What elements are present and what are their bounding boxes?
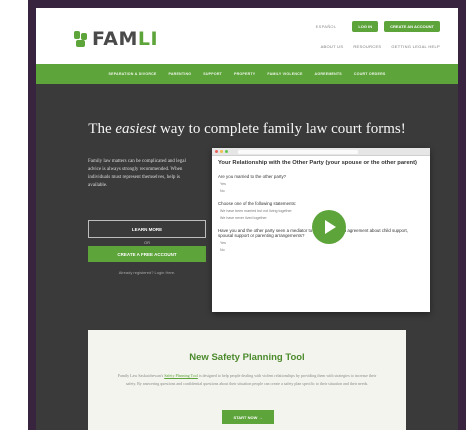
nav-item-property[interactable]: PROPERTY (234, 72, 255, 76)
start-now-button[interactable]: START NOW → (222, 410, 274, 424)
header-actions: ESPAÑOL LOG IN CREATE AN ACCOUNT (316, 21, 440, 32)
nav-item-support[interactable]: SUPPORT (203, 72, 222, 76)
close-dot-icon (215, 150, 218, 153)
login-here-link[interactable]: Already registered? Login Here. (88, 270, 206, 275)
legal-help-link[interactable]: GETTING LEGAL HELP (391, 44, 440, 49)
create-account-button[interactable]: CREATE AN ACCOUNT (384, 21, 440, 32)
header-links: ABOUT US RESOURCES GETTING LEGAL HELP (321, 44, 440, 49)
form-preview-window: Your Relationship with the Other Party (… (212, 148, 430, 312)
logo-icon (74, 31, 88, 47)
preview-question-2: Choose one of the following statements: (218, 201, 297, 206)
nav-item-parenting[interactable]: PARENTING (169, 72, 192, 76)
minimize-dot-icon (220, 150, 223, 153)
preview-content: Your Relationship with the Other Party (… (212, 156, 430, 312)
address-bar (238, 149, 358, 154)
nav-item-agreements[interactable]: AGREEMENTS (315, 72, 342, 76)
nav-item-court-orders[interactable]: COURT ORDERS (354, 72, 386, 76)
screenshot-frame: FAMLI ESPAÑOL LOG IN CREATE AN ACCOUNT A… (28, 0, 466, 430)
safety-description: Family Law Saskatchewan's Safety Plannin… (117, 373, 377, 386)
safety-planning-section: New Safety Planning Tool Family Law Sask… (88, 330, 406, 430)
site-logo[interactable]: FAMLI (74, 28, 158, 50)
login-button[interactable]: LOG IN (352, 21, 379, 32)
web-page: FAMLI ESPAÑOL LOG IN CREATE AN ACCOUNT A… (36, 8, 458, 430)
resources-link[interactable]: RESOURCES (353, 44, 381, 49)
nav-item-family-violence[interactable]: FAMILY VIOLENCE (267, 72, 302, 76)
preview-option: No (220, 248, 225, 252)
safety-title: New Safety Planning Tool (189, 352, 305, 363)
nav-item-separation[interactable]: SEPARATION & DIVORCE (109, 72, 157, 76)
maximize-dot-icon (225, 150, 228, 153)
preview-option: No (220, 189, 225, 193)
create-free-account-button[interactable]: CREATE A FREE ACCOUNT (88, 246, 206, 262)
hero-title: The easiest way to complete family law c… (88, 121, 406, 137)
main-nav: SEPARATION & DIVORCE PARENTING SUPPORT P… (36, 64, 458, 84)
site-header: FAMLI ESPAÑOL LOG IN CREATE AN ACCOUNT A… (36, 8, 458, 64)
logo-wordmark: FAMLI (92, 28, 159, 50)
play-icon (325, 220, 336, 234)
language-link[interactable]: ESPAÑOL (316, 24, 337, 29)
preview-heading: Your Relationship with the Other Party (… (218, 160, 417, 166)
safety-tool-link[interactable]: Safety Planning Tool (164, 373, 198, 378)
preview-question-1: Are you married to the other party? (218, 174, 287, 179)
play-video-button[interactable] (312, 210, 346, 244)
preview-option: Yes (220, 182, 226, 186)
or-separator: OR (144, 240, 150, 245)
hero-intro-text: Family law matters can be complicated an… (88, 159, 186, 188)
learn-more-button[interactable]: LEARN MORE (88, 220, 206, 238)
about-us-link[interactable]: ABOUT US (321, 44, 344, 49)
browser-toolbar (212, 148, 430, 156)
